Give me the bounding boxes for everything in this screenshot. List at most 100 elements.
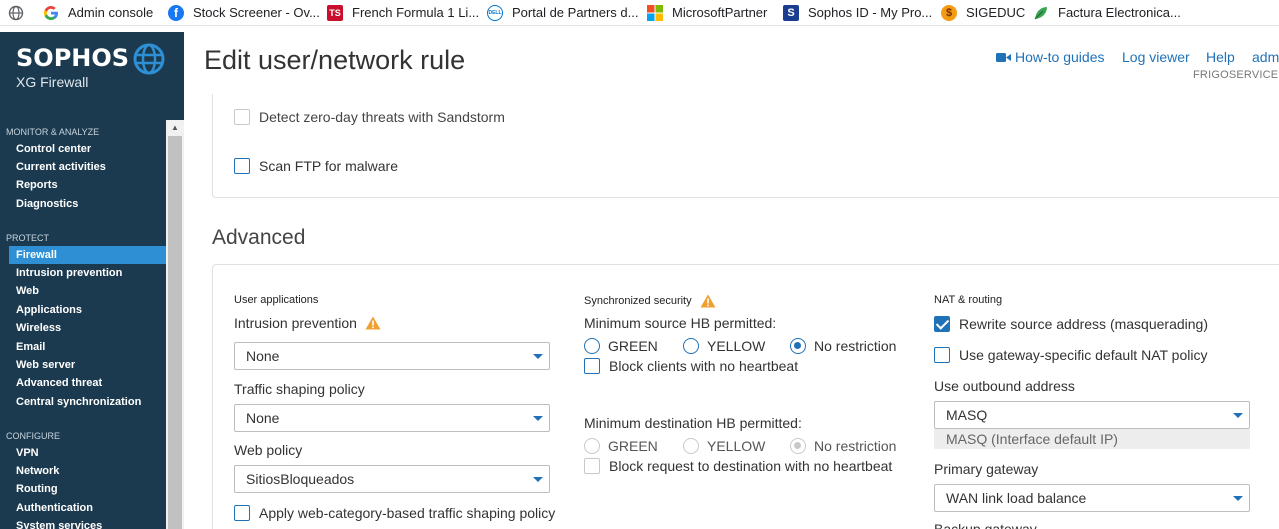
radio-circle <box>683 338 699 354</box>
sidebar-item-advanced-threat[interactable]: Advanced threat <box>0 374 166 392</box>
bookmark-microsoft-partner[interactable]: MicrosoftPartner <box>647 1 767 25</box>
advanced-section-title: Advanced <box>212 226 306 249</box>
sync-heading-text: Synchronized security <box>584 295 692 307</box>
bookmark-admin-console[interactable]: Admin console <box>43 1 153 25</box>
howto-guides-link[interactable]: How-to guides <box>996 49 1105 65</box>
sidebar-item-authentication[interactable]: Authentication <box>0 499 166 517</box>
scroll-thumb[interactable] <box>168 136 182 529</box>
sophos-logo[interactable]: SOPHOS XG Firewall <box>16 43 166 94</box>
sidebar-item-firewall[interactable]: Firewall <box>9 246 166 264</box>
web-policy-select[interactable]: SitiosBloqueados <box>234 465 550 493</box>
nat-routing-heading: NAT & routing <box>934 294 1003 306</box>
bookmark-factura[interactable]: Factura Electronica... <box>1033 1 1181 25</box>
block-destination-checkbox[interactable]: Block request to destination with no hea… <box>584 458 892 474</box>
sidebar-item-central-sync[interactable]: Central synchronization <box>0 393 166 411</box>
sidebar-item-routing[interactable]: Routing <box>0 480 166 498</box>
checkbox-box <box>234 505 250 521</box>
warning-icon <box>700 294 716 308</box>
gateway-nat-checkbox[interactable]: Use gateway-specific default NAT policy <box>934 347 1207 363</box>
brand-name: SOPHOS <box>16 44 130 72</box>
src-green-radio[interactable]: GREEN <box>584 338 658 354</box>
microsoft-icon <box>647 4 663 21</box>
bookmark-label: MicrosoftPartner <box>672 5 768 20</box>
sidebar-item-system-services[interactable]: System services <box>0 517 166 529</box>
web-policy-label: Web policy <box>234 442 303 458</box>
sidebar-item-control-center[interactable]: Control center <box>0 140 166 158</box>
sidebar-item-wireless[interactable]: Wireless <box>0 319 166 337</box>
dell-icon: DELL <box>487 4 503 21</box>
outbound-address-select[interactable]: MASQ <box>934 401 1250 429</box>
checkbox-box <box>234 158 250 174</box>
sandstorm-label: Detect zero-day threats with Sandstorm <box>259 109 505 125</box>
howto-label: How-to guides <box>1015 49 1105 65</box>
primary-gateway-value: WAN link load balance <box>946 490 1087 506</box>
radio-label: No restriction <box>814 338 897 354</box>
bookmark-sigeduc[interactable]: $ SIGEDUC <box>941 1 1025 25</box>
bookmark-french-formula[interactable]: TS French Formula 1 Li... <box>327 1 479 25</box>
scan-ftp-label: Scan FTP for malware <box>259 158 399 174</box>
sidebar-item-diagnostics[interactable]: Diagnostics <box>0 195 166 213</box>
sidebar-item-current-activities[interactable]: Current activities <box>0 158 166 176</box>
min-source-hb-label: Minimum source HB permitted: <box>584 315 777 331</box>
bookmark-label: Factura Electronica... <box>1058 5 1181 20</box>
dst-no-restriction-radio[interactable]: No restriction <box>790 438 896 454</box>
radio-circle <box>584 338 600 354</box>
sync-security-heading: Synchronized security <box>584 294 716 308</box>
sidebar-item-email[interactable]: Email <box>0 338 166 356</box>
bookmark-globe[interactable] <box>8 1 24 25</box>
bookmark-label: French Formula 1 Li... <box>352 5 480 20</box>
checkbox-box <box>584 458 600 474</box>
bookmark-label: Admin console <box>68 5 154 20</box>
sidebar-item-reports[interactable]: Reports <box>0 176 166 194</box>
ips-select-value: None <box>246 348 280 364</box>
shaping-select[interactable]: None <box>234 404 550 432</box>
bookmark-label: Sophos ID - My Pro... <box>808 5 933 20</box>
sidebar-item-vpn[interactable]: VPN <box>0 444 166 462</box>
radio-circle <box>790 438 806 454</box>
bookmarks-bar: Admin console f Stock Screener - Ov... T… <box>0 0 1279 26</box>
block-clients-checkbox[interactable]: Block clients with no heartbeat <box>584 358 798 374</box>
help-link[interactable]: Help <box>1206 49 1235 65</box>
organization-name: FRIGOSERVICE <box>1193 69 1279 81</box>
admin-menu[interactable]: adm <box>1252 49 1279 65</box>
sidebar: SOPHOS XG Firewall MONITOR & ANALYZE Con… <box>0 32 184 529</box>
dst-green-radio[interactable]: GREEN <box>584 438 658 454</box>
google-icon <box>43 5 59 21</box>
rewrite-source-label: Rewrite source address (masquerading) <box>959 316 1208 332</box>
scroll-up-arrow-icon[interactable]: ▲ <box>166 120 184 134</box>
advanced-card: User applications Intrusion prevention N… <box>212 264 1279 529</box>
section-configure: CONFIGURE <box>6 431 60 441</box>
sophos-globe-icon <box>133 43 165 75</box>
log-viewer-link[interactable]: Log viewer <box>1122 49 1190 65</box>
warning-icon <box>365 316 381 330</box>
chevron-down-icon <box>1233 496 1243 501</box>
radio-label: GREEN <box>608 438 658 454</box>
scan-ftp-checkbox[interactable]: Scan FTP for malware <box>234 158 398 174</box>
primary-gateway-select[interactable]: WAN link load balance <box>934 484 1250 512</box>
src-no-restriction-radio[interactable]: No restriction <box>790 338 896 354</box>
dollar-icon: $ <box>941 4 957 21</box>
sandstorm-checkbox[interactable]: Detect zero-day threats with Sandstorm <box>234 109 505 125</box>
bookmark-portal-partners[interactable]: DELL Portal de Partners d... <box>487 1 638 25</box>
radio-label: GREEN <box>608 338 658 354</box>
sidebar-item-network[interactable]: Network <box>0 462 166 480</box>
sidebar-scrollbar[interactable]: ▲ <box>166 120 184 529</box>
shaping-label: Traffic shaping policy <box>234 381 365 397</box>
bookmark-label: Portal de Partners d... <box>512 5 639 20</box>
sidebar-item-applications[interactable]: Applications <box>0 301 166 319</box>
ips-select[interactable]: None <box>234 342 550 370</box>
sidebar-item-web[interactable]: Web <box>0 282 166 300</box>
user-apps-heading: User applications <box>234 294 319 306</box>
sophos-icon: S <box>783 4 799 21</box>
sidebar-item-web-server[interactable]: Web server <box>0 356 166 374</box>
shaping-select-value: None <box>246 410 280 426</box>
chevron-down-icon <box>533 416 543 421</box>
bookmark-stock-screener[interactable]: f Stock Screener - Ov... <box>168 1 320 25</box>
sidebar-item-intrusion-prevention[interactable]: Intrusion prevention <box>0 264 166 282</box>
dst-yellow-radio[interactable]: YELLOW <box>683 438 765 454</box>
rewrite-source-checkbox[interactable]: Rewrite source address (masquerading) <box>934 316 1208 332</box>
src-yellow-radio[interactable]: YELLOW <box>683 338 765 354</box>
checkbox-box <box>934 316 950 332</box>
bookmark-sophos-id[interactable]: S Sophos ID - My Pro... <box>783 1 932 25</box>
web-category-shaping-checkbox[interactable]: Apply web-category-based traffic shaping… <box>234 505 555 521</box>
